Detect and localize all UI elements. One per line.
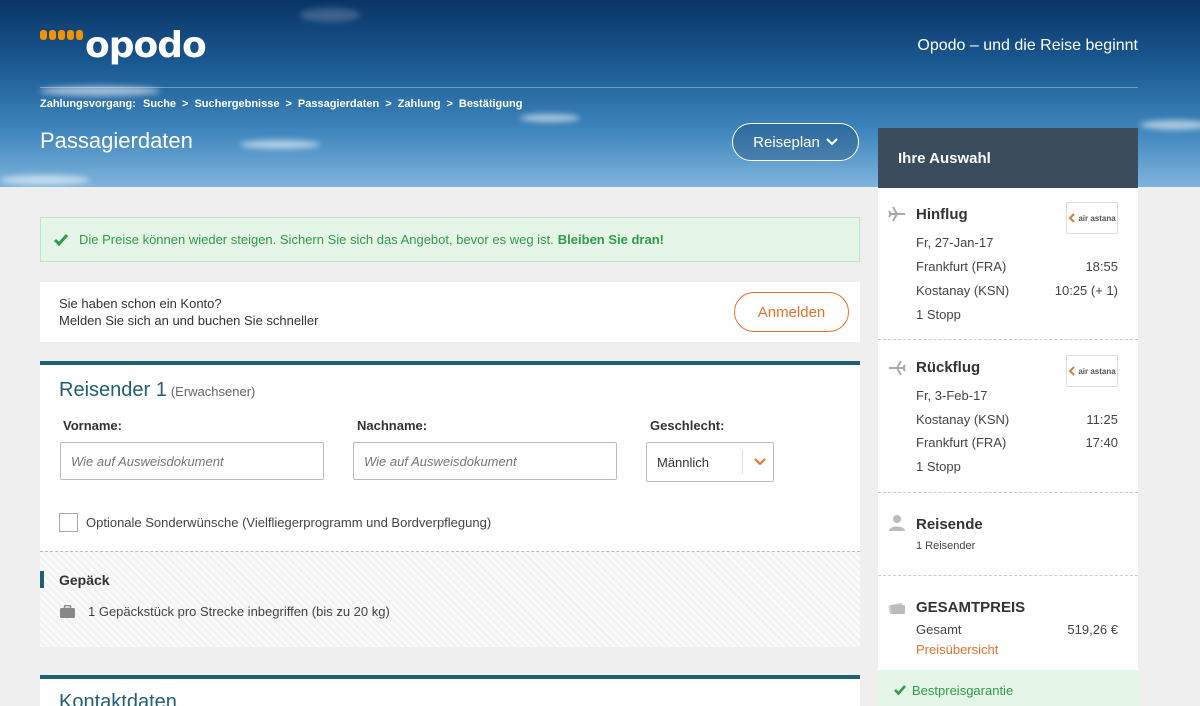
optional-requests-row[interactable]: Optionale Sonderwünsche (Vielfliegerprog…: [59, 513, 491, 532]
return-date: Fr, 3-Feb-17: [916, 388, 988, 403]
plane-outbound-icon: [888, 206, 905, 222]
optional-requests-label: Optionale Sonderwünsche (Vielfliegerprog…: [86, 515, 492, 530]
gender-label: Geschlecht:: [650, 418, 725, 433]
alert-text: Die Preise können wieder steigen. Sicher…: [79, 232, 554, 247]
traveler-title-text: Reisender 1: [59, 379, 167, 401]
login-box: Sie haben schon ein Konto? Melden Sie si…: [40, 282, 860, 342]
airline-logo: air astana: [1066, 355, 1118, 387]
outbound-to: Kostanay (KSN): [916, 283, 1010, 298]
return-to-time: 17:40: [1085, 435, 1118, 450]
breadcrumb-step-suchergebnisse[interactable]: Suchergebnisse: [194, 98, 279, 110]
sidebar-title: Ihre Auswahl: [878, 128, 1138, 188]
total-title: GESAMTPREIS: [916, 599, 1026, 616]
optional-requests-checkbox[interactable]: [59, 513, 78, 532]
return-title: Rückflug: [916, 359, 981, 376]
breadcrumb: Zahlungsvorgang: Suche > Suchergebnisse > Pa…: [40, 98, 522, 110]
first-name-label: Vorname:: [63, 418, 122, 433]
outbound-title: Hinflug: [916, 206, 968, 223]
baggage-section: Gepäck 1 Gepäckstück pro Strecke inbegri…: [40, 552, 860, 647]
return-to: Frankfurt (FRA): [916, 435, 1007, 450]
breadcrumb-step-passagierdaten: Passagierdaten: [297, 98, 380, 110]
reiseplan-label: Reiseplan: [753, 133, 820, 151]
breadcrumb-separator: >: [285, 98, 292, 110]
dashed-divider: [878, 492, 1138, 493]
checkmark-icon: [894, 685, 906, 696]
chevron-down-icon: [826, 138, 838, 146]
banknote-icon: [888, 602, 905, 615]
last-name-input[interactable]: [353, 442, 617, 480]
traveler-type: (Erwachsener): [170, 384, 256, 399]
baggage-text: 1 Gepäckstück pro Strecke inbegriffen (b…: [88, 604, 390, 619]
section-marker: [40, 571, 44, 588]
breadcrumb-separator: >: [446, 98, 453, 110]
login-hint: Melden Sie sich an und buchen Sie schnel…: [59, 313, 319, 328]
contact-title: Kontaktdaten: [59, 691, 177, 706]
cloud-decoration: [240, 140, 320, 149]
login-question: Sie haben schon ein Konto?: [59, 296, 222, 311]
airline-name: air astana: [1078, 213, 1116, 223]
gender-select[interactable]: Männlich: [646, 442, 774, 482]
plane-return-icon: [889, 360, 906, 376]
total-label: Gesamt: [916, 622, 962, 637]
logo-dots-icon: [40, 30, 83, 40]
traveler-title: Reisender 1 (Erwachsener): [59, 379, 255, 402]
outbound-date: Fr, 27-Jan-17: [916, 235, 994, 250]
guarantee-text: Bestpreisgarantie: [912, 682, 1014, 698]
page-title: Passagierdaten: [40, 128, 193, 153]
breadcrumb-step-bestaetigung: Bestätigung: [458, 98, 523, 110]
suitcase-icon: [60, 604, 75, 618]
alert-highlight: Bleiben Sie dran!: [557, 232, 664, 247]
baggage-info: 1 Gepäckstück pro Strecke inbegriffen (b…: [59, 604, 390, 619]
last-name-label: Nachname:: [357, 418, 428, 433]
traveler-card: Reisender 1(Erwachsener) Vorname: Nachna…: [40, 361, 860, 647]
gender-value: Männlich: [657, 454, 710, 470]
cloud-decoration: [0, 175, 90, 185]
contact-card: Kontaktdaten: [40, 675, 860, 706]
cloud-decoration: [300, 8, 360, 22]
outbound-to-time: 10:25 (+ 1): [1054, 283, 1118, 298]
first-name-input[interactable]: [60, 442, 324, 480]
outbound-stops: 1 Stopp: [916, 307, 961, 322]
price-alert: Die Preise können wieder steigen. Sicher…: [40, 217, 860, 262]
outbound-from: Frankfurt (FRA): [916, 259, 1007, 274]
select-divider: [742, 450, 743, 474]
cloud-decoration: [520, 114, 580, 122]
selection-sidebar: Ihre Auswahl Hinflug air astana Fr, 27-J…: [878, 128, 1138, 706]
logo-text: opodo: [85, 25, 207, 66]
airline-mark-icon: [1068, 366, 1076, 376]
baggage-title: Gepäck: [59, 572, 110, 588]
reiseplan-button[interactable]: Reiseplan: [732, 123, 859, 161]
dashed-divider: [878, 339, 1138, 340]
travelers-count: 1 Reisender: [916, 540, 976, 552]
return-from: Kostanay (KSN): [916, 412, 1010, 427]
outbound-from-time: 18:55: [1085, 259, 1118, 274]
anmelden-button[interactable]: Anmelden: [734, 292, 849, 332]
return-from-time: 11:25: [1086, 412, 1118, 427]
price-overview-link[interactable]: Preisübersicht: [916, 642, 998, 657]
breadcrumb-step-zahlung: Zahlung: [397, 98, 441, 110]
person-icon: [889, 515, 905, 531]
dashed-divider: [878, 575, 1138, 576]
breadcrumb-separator: >: [182, 98, 189, 110]
best-price-guarantee: Bestpreisgarantie: [878, 670, 1138, 706]
breadcrumb-prefix: Zahlungsvorgang:: [40, 98, 136, 110]
header-divider: [40, 87, 1138, 88]
airline-logo: air astana: [1066, 202, 1118, 234]
airline-mark-icon: [1068, 213, 1076, 223]
total-price: 519,26 €: [1067, 622, 1118, 637]
airline-name: air astana: [1078, 366, 1116, 376]
chevron-down-icon: [754, 458, 766, 466]
tagline: Opodo – und die Reise beginnt: [917, 37, 1138, 54]
opodo-logo[interactable]: opodo: [40, 25, 207, 66]
return-stops: 1 Stopp: [916, 459, 961, 474]
breadcrumb-step-suche[interactable]: Suche: [143, 98, 176, 110]
breadcrumb-separator: >: [385, 98, 392, 110]
cloud-decoration: [1140, 120, 1200, 130]
checkmark-icon: [53, 233, 69, 246]
travelers-title: Reisende: [916, 516, 983, 533]
